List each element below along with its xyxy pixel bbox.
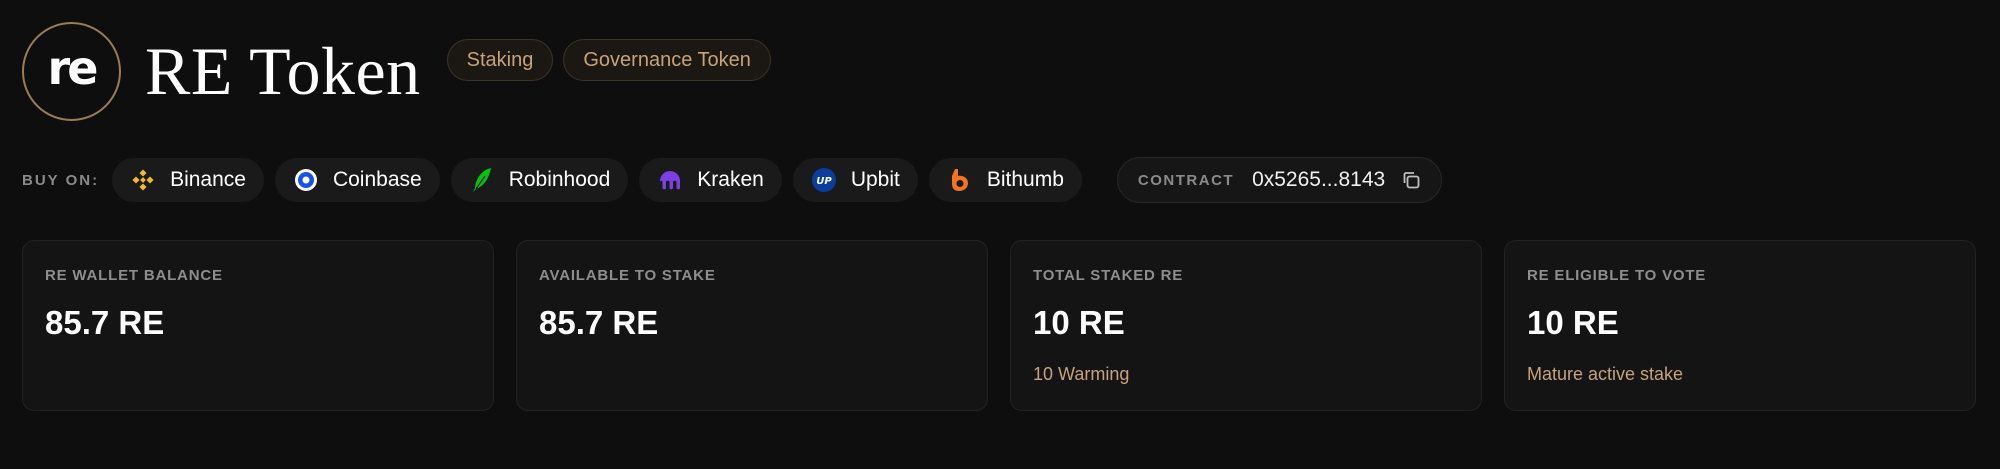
tag-governance-token[interactable]: Governance Token bbox=[563, 39, 771, 81]
exchange-upbit-button[interactable]: UP Upbit bbox=[792, 158, 918, 202]
stat-card-available-to-stake: AVAILABLE TO STAKE 85.7 RE bbox=[516, 240, 988, 411]
exchange-label: Binance bbox=[170, 168, 246, 191]
buy-on-label: BUY ON: bbox=[22, 171, 100, 189]
token-header: re RE Token Staking Governance Token bbox=[22, 21, 771, 121]
tag-list: Staking Governance Token bbox=[446, 39, 771, 81]
stat-value: 85.7 RE bbox=[45, 304, 165, 341]
kraken-icon bbox=[657, 167, 683, 193]
contract-address[interactable]: 0x5265...8143 bbox=[1252, 168, 1385, 192]
exchange-kraken-button[interactable]: Kraken bbox=[639, 158, 782, 202]
page-title: RE Token bbox=[145, 32, 421, 109]
exchange-label: Coinbase bbox=[332, 168, 422, 191]
stat-card-wallet-balance: RE WALLET BALANCE 85.7 RE bbox=[22, 240, 494, 411]
copy-icon[interactable] bbox=[1399, 168, 1423, 192]
upbit-icon: UP bbox=[811, 167, 837, 193]
exchange-label: Kraken bbox=[697, 168, 764, 191]
stat-label: AVAILABLE TO STAKE bbox=[539, 267, 716, 284]
contract-pill: CONTRACT 0x5265...8143 bbox=[1116, 157, 1443, 203]
svg-text:UP: UP bbox=[816, 176, 832, 187]
stat-subtext: Mature active stake bbox=[1527, 364, 1684, 384]
robinhood-feather-icon bbox=[469, 167, 495, 193]
exchange-label: Upbit bbox=[850, 168, 900, 191]
exchange-label: Robinhood bbox=[508, 168, 611, 191]
coinbase-icon bbox=[293, 167, 319, 193]
logo-text: re bbox=[47, 41, 99, 95]
bithumb-icon bbox=[947, 167, 973, 193]
binance-icon bbox=[130, 167, 156, 193]
exchange-robinhood-button[interactable]: Robinhood bbox=[450, 158, 629, 202]
exchange-binance-button[interactable]: Binance bbox=[112, 158, 264, 202]
stat-value: 10 RE bbox=[1527, 304, 1619, 341]
tag-staking[interactable]: Staking bbox=[446, 39, 554, 81]
stat-subtext: 10 Warming bbox=[1033, 364, 1130, 384]
stat-label: TOTAL STAKED RE bbox=[1033, 267, 1184, 284]
stat-value: 10 RE bbox=[1033, 304, 1125, 341]
stat-value: 85.7 RE bbox=[539, 304, 659, 341]
stats-cards: RE WALLET BALANCE 85.7 RE AVAILABLE TO S… bbox=[22, 240, 1976, 411]
contract-label: CONTRACT bbox=[1137, 171, 1235, 189]
exchange-coinbase-button[interactable]: Coinbase bbox=[274, 158, 440, 202]
stat-label: RE ELIGIBLE TO VOTE bbox=[1527, 267, 1707, 284]
stat-card-eligible-to-vote: RE ELIGIBLE TO VOTE 10 RE Mature active … bbox=[1504, 240, 1976, 411]
token-logo: re bbox=[22, 21, 121, 121]
stat-card-total-staked: TOTAL STAKED RE 10 RE 10 Warming bbox=[1010, 240, 1482, 411]
token-page: re RE Token Staking Governance Token BUY… bbox=[0, 0, 2000, 469]
stat-label: RE WALLET BALANCE bbox=[45, 267, 223, 284]
exchange-bithumb-button[interactable]: Bithumb bbox=[928, 158, 1082, 202]
buy-on-row: BUY ON: Binance Coinbase Robinhood Krake… bbox=[22, 157, 1443, 203]
exchange-label: Bithumb bbox=[986, 168, 1064, 191]
